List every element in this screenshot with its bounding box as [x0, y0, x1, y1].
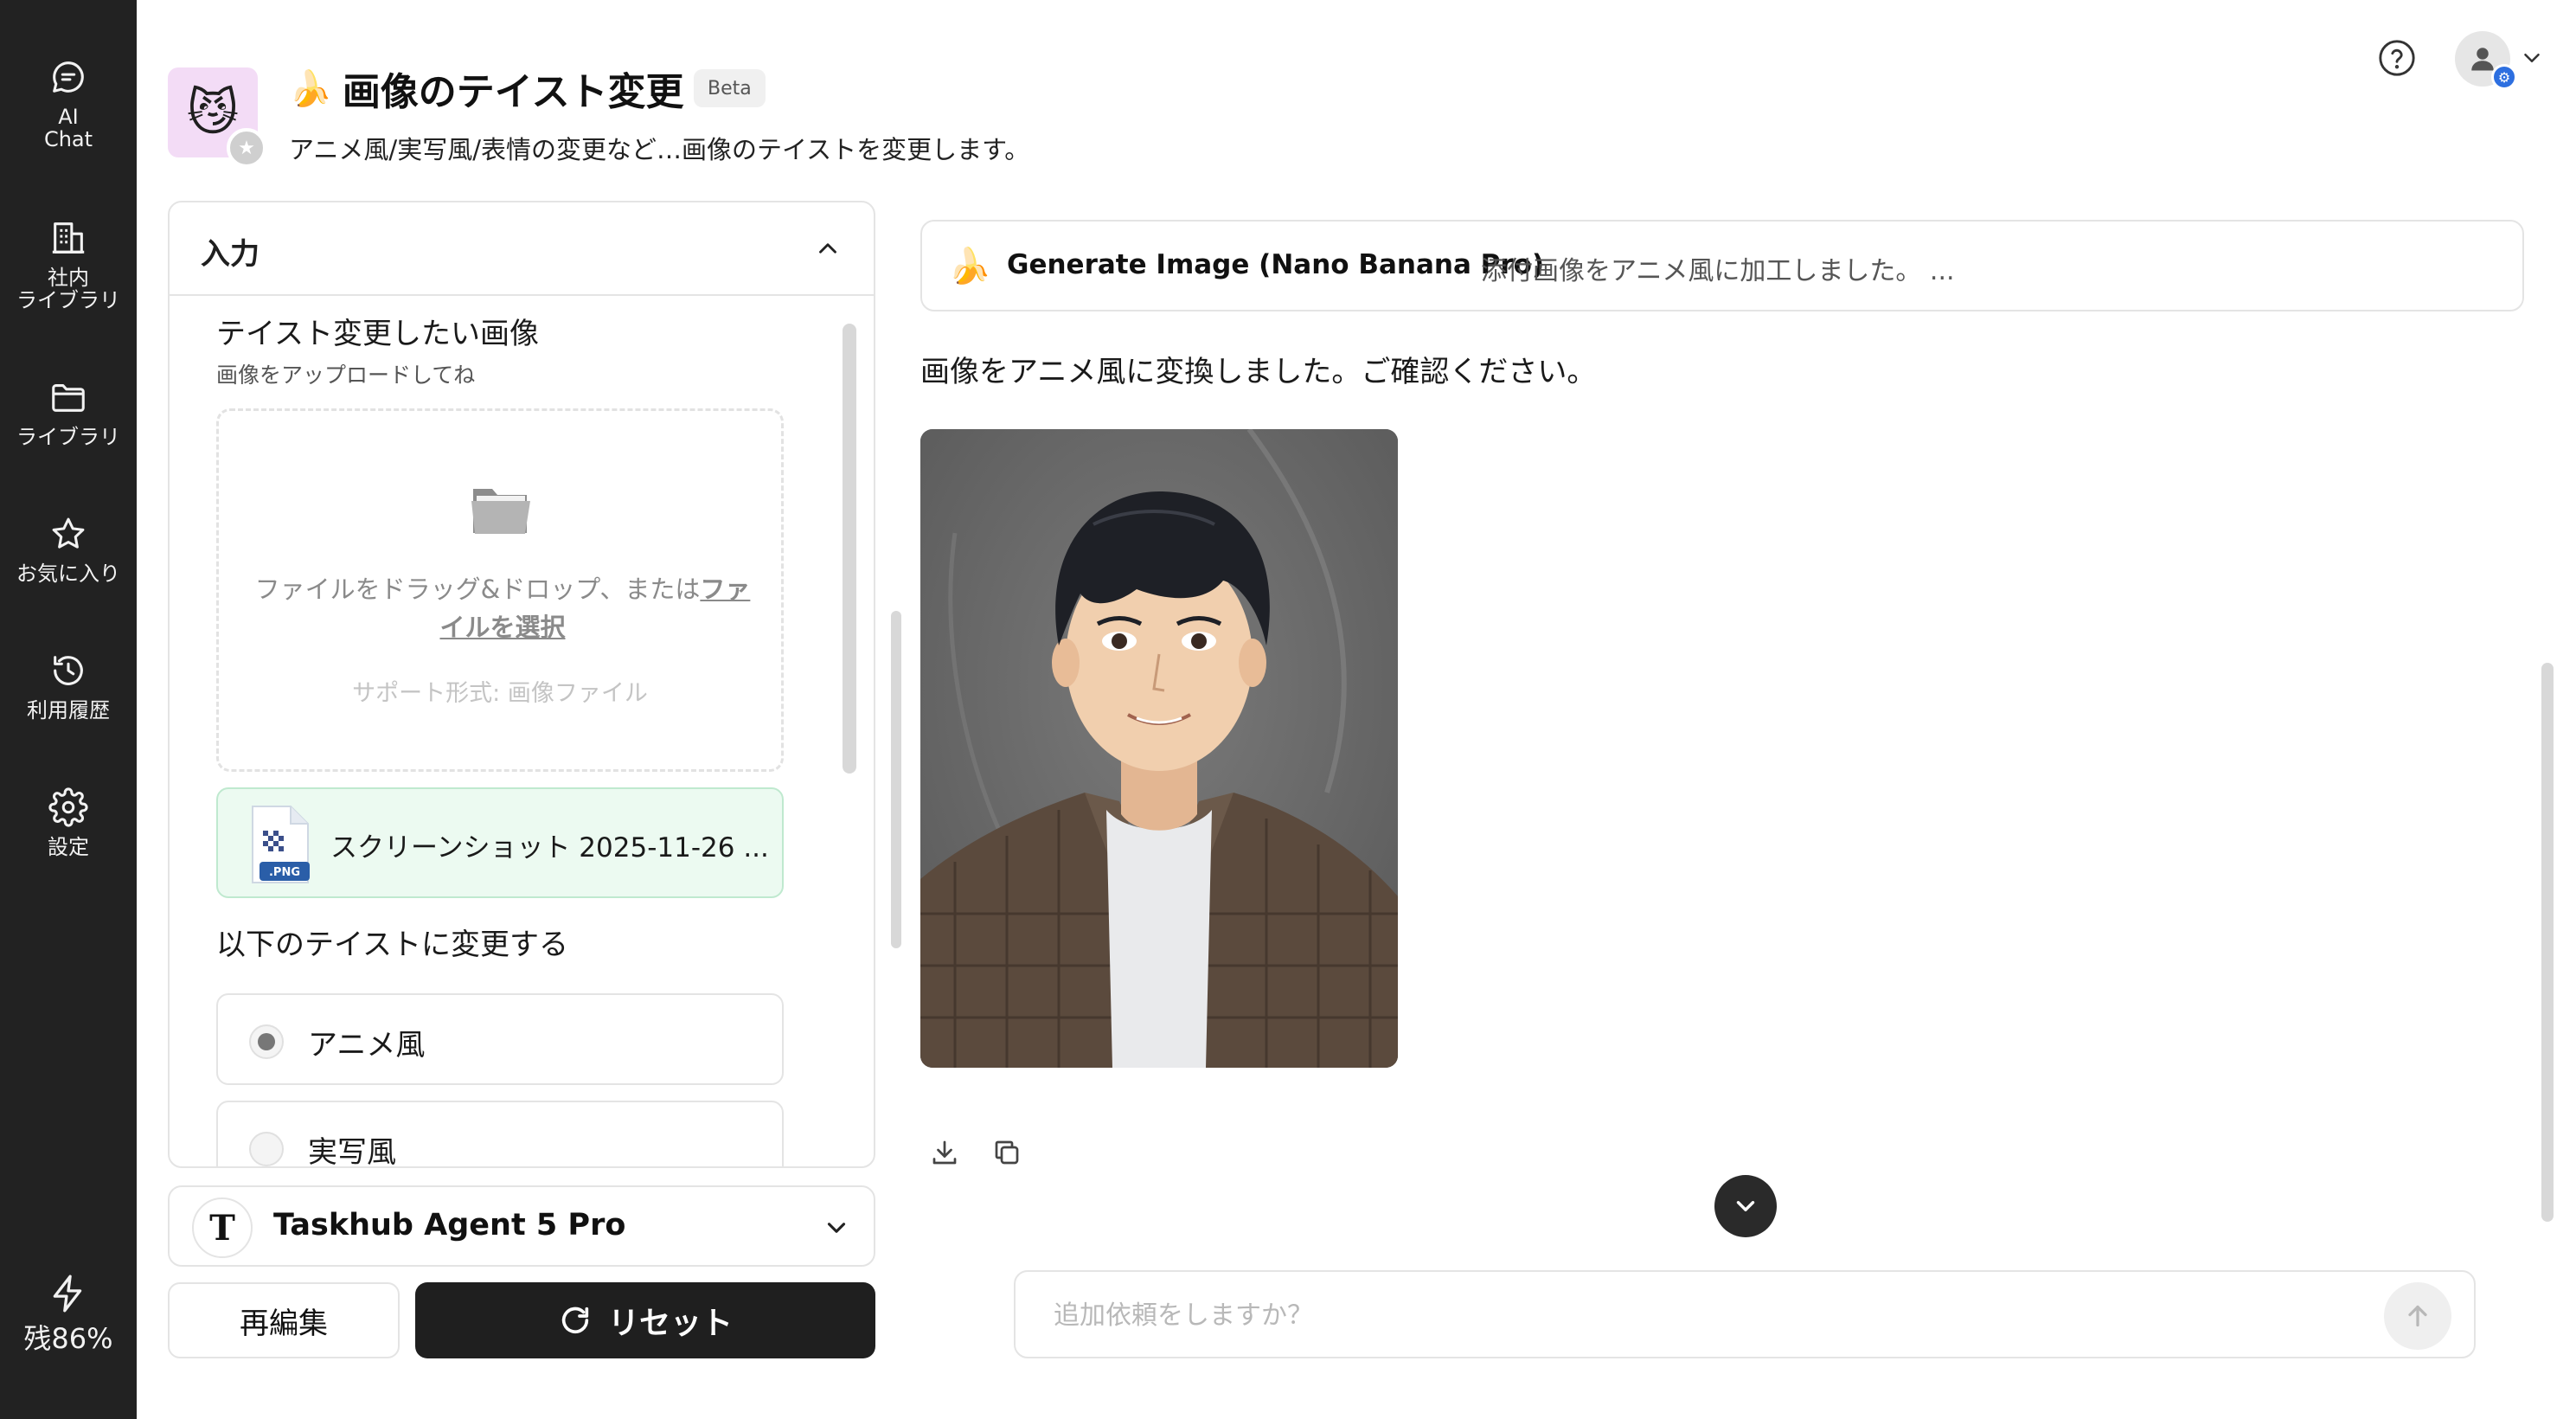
input-panel: 入力 テイスト変更したい画像 画像をアップロードしてね ファイルをドラッグ&ドロ… — [168, 201, 875, 1168]
sidebar-item-label: ライブラリ — [16, 425, 120, 449]
gear-icon — [48, 787, 88, 827]
sidebar-item-library[interactable]: ライブラリ — [0, 377, 137, 448]
history-icon — [54, 656, 83, 685]
help-icon[interactable] — [2377, 38, 2417, 78]
sidebar-item-label: 設定 — [48, 835, 89, 859]
image-field-hint: 画像をアップロードしてね — [216, 363, 476, 388]
lightning-icon — [53, 1275, 82, 1313]
folder-icon — [471, 489, 530, 534]
tool-name: Generate Image (Nano Banana Pro) — [1007, 249, 1545, 280]
file-ext-label: .PNG — [269, 866, 300, 879]
reset-button-label: リセット — [607, 1306, 733, 1341]
taste-option-realistic[interactable]: 実写風 — [216, 1101, 784, 1168]
dropzone-text: ファイルをドラッグ&ドロップ、またはファイルを選択 — [253, 570, 752, 646]
dropzone-instruction: ファイルをドラッグ&ドロップ、または — [254, 575, 701, 604]
chevron-down-icon — [1736, 1201, 1755, 1211]
model-name: Taskhub Agent 5 Pro — [273, 1208, 626, 1242]
sidebar-item-label: 社内 ライブラリ — [16, 266, 120, 312]
model-logo: T — [192, 1197, 253, 1258]
input-panel-title: 入力 — [201, 237, 260, 272]
page-subtitle: アニメ風/実写風/表情の変更など…画像のテイストを変更します。 — [289, 135, 1030, 164]
scroll-to-bottom-button[interactable] — [1714, 1175, 1777, 1237]
image-field-label: テイスト変更したい画像 — [216, 317, 539, 351]
sidebar-item-company-library[interactable]: 社内 ライブラリ — [0, 218, 137, 311]
arrow-up-icon — [2408, 1305, 2427, 1327]
remaining-credit: 残86% — [0, 1272, 137, 1355]
refresh-icon — [561, 1307, 589, 1334]
taste-field-label: 以下のテイストに変更する — [216, 928, 568, 962]
sidebar-item-label: お気に入り — [16, 562, 120, 586]
sidebar-item-label: AI Chat — [43, 105, 93, 151]
radio-button[interactable] — [249, 1024, 284, 1059]
input-panel-header[interactable]: 入力 — [170, 202, 874, 296]
sidebar-item-settings[interactable]: 設定 — [0, 787, 137, 858]
page-scrollbar[interactable] — [891, 611, 901, 948]
tool-description: 添付画像をアニメ風に加工しました。 ... — [1481, 256, 1955, 286]
taste-option-label: アニメ風 — [308, 1028, 426, 1063]
generated-image[interactable] — [920, 429, 1398, 1068]
png-file-icon: .PNG — [252, 806, 310, 883]
taste-option-label: 実写風 — [308, 1135, 396, 1168]
beta-badge: Beta — [694, 69, 766, 107]
send-button[interactable] — [2384, 1282, 2451, 1350]
sidebar-item-favorites[interactable]: お気に入り — [0, 514, 137, 585]
uploaded-file-name: スクリーンショット 2025-11-26 ... — [330, 832, 769, 864]
chevron-up-icon[interactable] — [813, 234, 843, 263]
sidebar: AI Chat 社内 ライブラリ ライブラリ お気に入り 利用履歴 設定 残86… — [0, 0, 137, 1419]
favorite-star-icon[interactable]: ★ — [227, 128, 266, 168]
sidebar-item-history[interactable]: 利用履歴 — [0, 651, 137, 722]
folder-icon — [52, 384, 85, 412]
reedit-button[interactable]: 再編集 — [168, 1282, 400, 1358]
uploaded-file[interactable]: .PNG スクリーンショット 2025-11-26 ... — [216, 787, 784, 898]
anime-portrait-illustration — [920, 429, 1398, 1068]
copy-icon[interactable] — [991, 1137, 1022, 1168]
reset-button[interactable]: リセット — [415, 1282, 875, 1358]
supported-formats: サポート形式: 画像ファイル — [352, 680, 648, 707]
remaining-credit-label: 残86% — [23, 1322, 113, 1355]
taste-option-anime[interactable]: アニメ風 — [216, 993, 784, 1085]
radio-button[interactable] — [249, 1132, 284, 1166]
model-select[interactable]: T Taskhub Agent 5 Pro — [168, 1185, 875, 1267]
chevron-down-icon — [827, 1223, 846, 1233]
chevron-down-icon[interactable] — [2519, 45, 2545, 71]
cat-emoji: 😼 — [186, 83, 240, 142]
banana-emoji: 🍌 — [289, 68, 332, 109]
assistant-message: 画像をアニメ風に変換しました。ご確認ください。 — [920, 355, 1597, 389]
page-title: 🍌 画像のテイスト変更 — [289, 62, 684, 115]
page-title-text: 画像のテイスト変更 — [342, 70, 684, 114]
followup-input-box — [1014, 1270, 2476, 1358]
output-scrollbar[interactable] — [2541, 663, 2554, 1222]
banana-emoji: 🍌 — [948, 247, 991, 286]
star-icon — [52, 517, 85, 549]
input-panel-scrollbar[interactable] — [843, 324, 856, 774]
admin-gear-badge-icon: ⚙ — [2491, 64, 2517, 90]
tool-result-card[interactable]: 🍌 Generate Image (Nano Banana Pro) 添付画像を… — [920, 220, 2524, 311]
sidebar-item-label: 利用履歴 — [27, 698, 110, 722]
followup-input[interactable] — [1054, 1294, 2351, 1336]
sidebar-item-ai-chat[interactable]: AI Chat — [0, 57, 137, 151]
file-dropzone[interactable]: ファイルをドラッグ&ドロップ、またはファイルを選択 サポート形式: 画像ファイル — [216, 408, 784, 772]
download-icon[interactable] — [929, 1137, 960, 1168]
building-icon — [52, 222, 85, 254]
chat-bubble-icon — [53, 61, 84, 93]
